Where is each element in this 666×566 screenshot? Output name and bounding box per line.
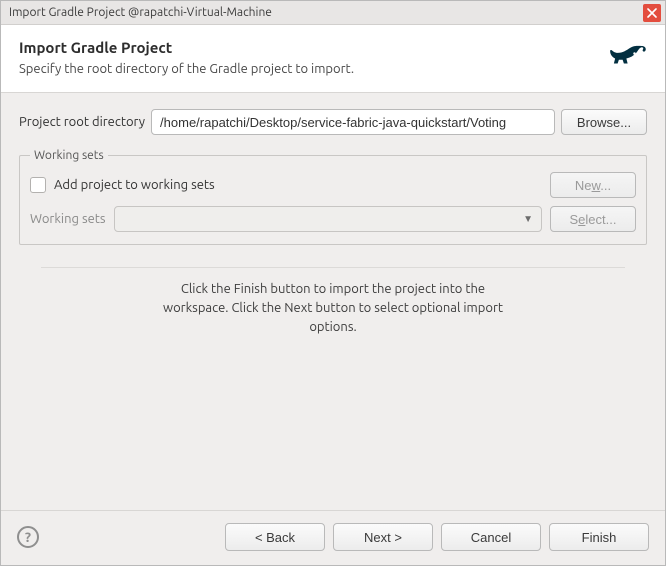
add-to-working-sets-checkbox[interactable] (30, 177, 46, 193)
dialog-content: Project root directory Browse... Working… (1, 93, 665, 510)
page-subtitle: Specify the root directory of the Gradle… (19, 62, 599, 76)
back-button[interactable]: < Back (225, 523, 325, 551)
dialog-header: Import Gradle Project Specify the root d… (1, 25, 665, 93)
help-icon: ? (25, 529, 31, 545)
finish-button[interactable]: Finish (549, 523, 649, 551)
project-root-row: Project root directory Browse... (19, 109, 647, 135)
working-sets-legend: Working sets (30, 149, 108, 162)
help-button[interactable]: ? (17, 526, 39, 548)
chevron-down-icon: ▼ (523, 213, 533, 225)
new-working-set-button: New... (550, 172, 636, 198)
instructions-line: Click the Finish button to import the pr… (79, 280, 587, 299)
next-button[interactable]: Next > (333, 523, 433, 551)
header-text: Import Gradle Project Specify the root d… (19, 39, 599, 76)
select-working-set-button: Select... (550, 206, 636, 232)
title-bar: Import Gradle Project @rapatchi-Virtual-… (1, 1, 665, 25)
working-sets-label: Working sets (30, 212, 106, 226)
working-sets-combo[interactable]: ▼ (114, 206, 542, 232)
instructions-line: options. (79, 318, 587, 337)
close-button[interactable] (643, 4, 661, 22)
cancel-button[interactable]: Cancel (441, 523, 541, 551)
add-to-working-sets-label: Add project to working sets (54, 178, 542, 192)
window-title: Import Gradle Project @rapatchi-Virtual-… (9, 6, 643, 19)
project-root-label: Project root directory (19, 115, 145, 129)
working-sets-select-row: Working sets ▼ Select... (30, 206, 636, 232)
add-to-working-sets-row: Add project to working sets New... (30, 172, 636, 198)
instructions-line: workspace. Click the Next button to sele… (79, 299, 587, 318)
close-icon (647, 8, 657, 18)
dialog-window: Import Gradle Project @rapatchi-Virtual-… (0, 0, 666, 566)
project-root-input[interactable] (151, 109, 555, 135)
page-title: Import Gradle Project (19, 39, 599, 56)
working-sets-group: Working sets Add project to working sets… (19, 149, 647, 245)
divider (41, 267, 625, 268)
dialog-footer: ? < Back Next > Cancel Finish (1, 510, 665, 565)
browse-button[interactable]: Browse... (561, 109, 647, 135)
instructions-text: Click the Finish button to import the pr… (19, 280, 647, 337)
gradle-elephant-icon (607, 41, 647, 71)
